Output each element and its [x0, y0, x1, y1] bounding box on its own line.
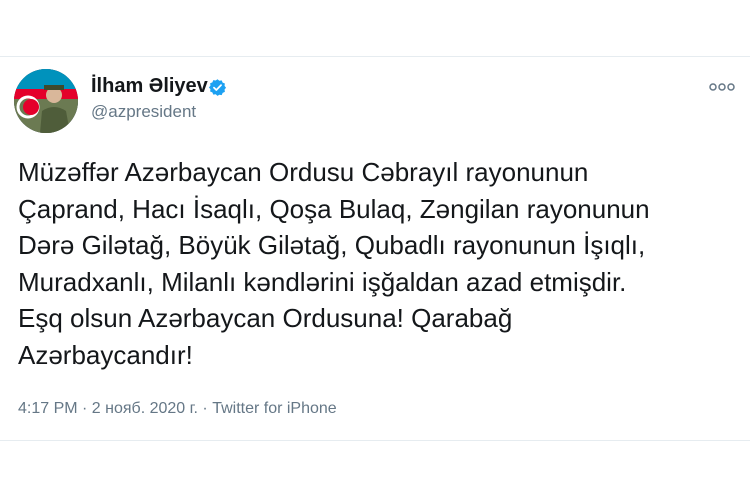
author-name[interactable]: İlham Əliyev: [91, 75, 208, 98]
bottom-divider: [0, 440, 750, 441]
avatar[interactable]: [14, 69, 78, 133]
tweet-text-line: Çaprand, Hacı İsaqlı, Qoşa Bulaq, Zəngil…: [18, 193, 650, 224]
top-divider: [0, 56, 750, 57]
tweet-text-line: Dərə Gilətağ, Böyük Gilətağ, Qubadlı ray…: [18, 230, 646, 260]
tweet-text: Müzəffər Azərbaycan Ordusu Cəbrayıl rayo…: [18, 154, 738, 373]
verified-badge-icon: [208, 79, 227, 96]
tweet-timestamp[interactable]: 4:17 PM · 2 нояб. 2020 г. · Twitter for …: [18, 400, 337, 418]
tweet-text-line: Muradxanlı, Milanlı kəndlərini işğaldan …: [18, 266, 627, 297]
tweet-text-line: Eşq olsun Azərbaycan Ordusuna! Qarabağ: [18, 303, 513, 333]
avatar-image: [14, 69, 78, 133]
tweet-text-line: Azərbaycandır!: [18, 339, 193, 370]
tweet-text-line: Müzəffər Azərbaycan Ordusu Cəbrayıl rayo…: [18, 157, 589, 187]
more-options-icon[interactable]: [708, 80, 736, 94]
author-handle[interactable]: @azpresident: [91, 102, 196, 122]
